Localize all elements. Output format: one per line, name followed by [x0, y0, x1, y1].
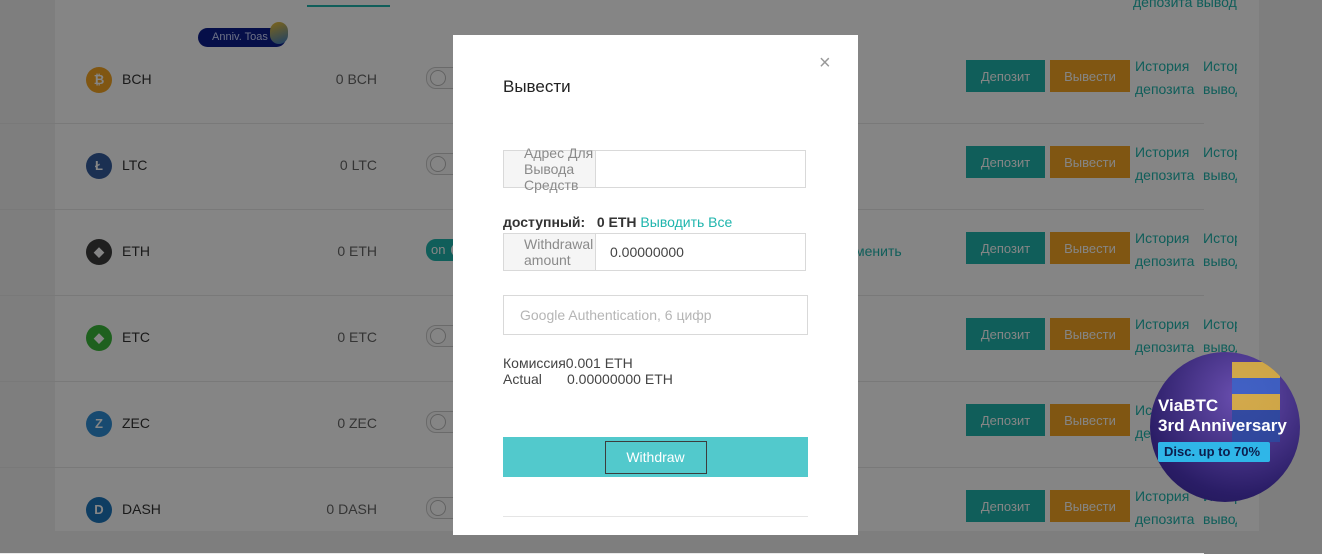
- available-amount: 0 ETH: [596, 214, 637, 230]
- amount-label: Withdrawal amount: [504, 234, 596, 270]
- withdraw-submit-label: Withdraw: [604, 440, 707, 474]
- actual-value: 0.00000000 ETH: [567, 371, 673, 387]
- promo-discount: Disc. up to 70%: [1158, 442, 1270, 462]
- available-label: доступный:: [503, 214, 586, 230]
- address-input[interactable]: [596, 151, 805, 187]
- fee-line: Комиссия0.001 ETH: [503, 355, 633, 371]
- modal-divider: [503, 516, 808, 517]
- withdraw-modal: Вывести × Адрес Для Вывода Средств досту…: [453, 35, 858, 535]
- anniversary-promo[interactable]: ViaBTC 3rd Anniversary Disc. up to 70%: [1150, 352, 1300, 502]
- address-field-group: Адрес Для Вывода Средств: [503, 145, 806, 193]
- fee-value: 0.001 ETH: [565, 355, 633, 371]
- withdraw-submit-button[interactable]: Withdraw: [503, 437, 808, 477]
- fee-label: Комиссия: [503, 355, 566, 371]
- promo-title: ViaBTC: [1158, 396, 1219, 415]
- actual-label: Actual: [503, 371, 542, 387]
- available-balance: доступный: 0 ETH Выводить Все: [503, 214, 732, 230]
- promo-subtitle: 3rd Anniversary: [1158, 416, 1287, 435]
- actual-line: Actual 0.00000000 ETH: [503, 371, 673, 387]
- modal-title: Вывести: [503, 77, 571, 96]
- close-icon[interactable]: ×: [819, 53, 831, 73]
- address-label: Адрес Для Вывода Средств: [504, 145, 596, 193]
- google-auth-input[interactable]: [503, 295, 808, 335]
